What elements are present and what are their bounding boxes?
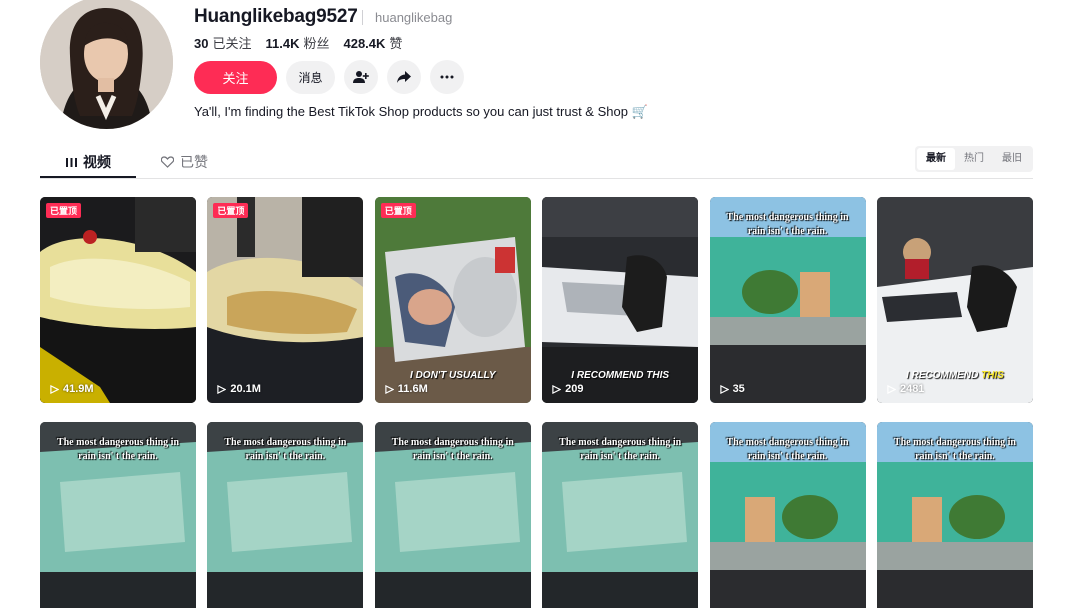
share-button[interactable] <box>387 60 421 94</box>
view-count-value: 35 <box>732 383 745 395</box>
view-count: 209 <box>552 383 584 395</box>
add-user-icon <box>353 71 369 83</box>
video-card[interactable]: The most dangerous thing in rain isn' t … <box>40 422 196 608</box>
profile-handle: huanglikebag <box>362 10 452 25</box>
pinned-badge: 已置顶 <box>213 203 249 218</box>
video-grid: 已置顶 41.9M 已置顶 20.1M 已置顶 I DON'T USUALLY … <box>40 197 1033 608</box>
play-icon <box>217 384 227 394</box>
stat-followers-label: 粉丝 <box>303 36 330 51</box>
pinned-badge: 已置顶 <box>380 203 416 218</box>
video-card[interactable]: I RECOMMEND THIS 209 <box>542 197 699 403</box>
video-caption: The most dangerous thing in rain isn' t … <box>224 437 347 462</box>
view-count-value: 41.9M <box>63 383 94 395</box>
stat-following-count: 30 <box>194 36 209 51</box>
video-card[interactable]: I RECOMMEND THIS 2481 <box>876 197 1033 403</box>
overlay-text-part: I RECOMMEND <box>906 370 982 381</box>
play-icon <box>719 384 729 394</box>
video-overlay-text: I DON'T USUALLY <box>410 370 496 381</box>
sort-toggle: 最新 热门 最旧 <box>915 146 1033 172</box>
view-count: 11.6M <box>385 383 428 395</box>
video-card[interactable]: The most dangerous thing in rain isn' t … <box>542 422 699 608</box>
video-caption: The most dangerous thing in rain isn' t … <box>726 437 849 462</box>
view-count-value: 20.1M <box>230 383 261 395</box>
overlay-highlight: THIS <box>981 370 1004 381</box>
play-icon <box>887 384 896 394</box>
sort-latest[interactable]: 最新 <box>917 148 955 170</box>
profile-bio: Ya'll, I'm finding the Best TikTok Shop … <box>194 104 648 119</box>
follow-button[interactable]: 关注 <box>194 60 277 94</box>
video-caption: The most dangerous thing in rain isn' t … <box>559 437 682 462</box>
stat-following[interactable]: 30 已关注 <box>194 33 251 52</box>
sort-oldest[interactable]: 最旧 <box>993 148 1031 170</box>
view-count: 35 <box>719 383 745 395</box>
play-icon <box>552 384 562 394</box>
video-card[interactable]: The most dangerous thing in rain isn' t … <box>876 422 1033 608</box>
view-count: 20.1M <box>217 383 261 395</box>
profile-avatar[interactable] <box>40 0 173 129</box>
stat-following-label: 已关注 <box>212 36 252 51</box>
view-count-value: 2481 <box>899 383 925 395</box>
video-caption: The most dangerous thing in rain isn' t … <box>391 437 514 462</box>
video-card[interactable]: 已置顶 20.1M <box>207 197 364 403</box>
view-count-value: 11.6M <box>397 383 428 395</box>
heart-lock-icon <box>161 156 174 168</box>
video-caption: The most dangerous thing in rain isn' t … <box>726 212 849 237</box>
video-overlay-text: I RECOMMEND THIS <box>571 370 670 381</box>
active-tab-indicator <box>40 176 136 178</box>
stat-followers[interactable]: 11.4K 粉丝 <box>265 33 329 52</box>
more-options-button[interactable] <box>430 60 464 94</box>
add-friend-button[interactable] <box>344 60 378 94</box>
view-count-value: 209 <box>565 383 584 395</box>
message-button[interactable]: 消息 <box>286 60 335 94</box>
profile-username: Huanglikebag9527 <box>194 6 358 27</box>
profile-stats: 30 已关注 11.4K 粉丝 428.4K 赞 <box>194 33 402 52</box>
stat-likes-count: 428.4K <box>343 36 386 51</box>
play-icon <box>50 384 59 394</box>
tab-liked[interactable]: 已赞 <box>161 152 208 172</box>
video-card[interactable]: The most dangerous thing in rain isn' t … <box>374 422 531 608</box>
sort-popular[interactable]: 热门 <box>955 148 993 170</box>
video-caption: The most dangerous thing in rain isn' t … <box>56 437 180 462</box>
video-caption: The most dangerous thing in rain isn' t … <box>893 437 1016 462</box>
profile-tabs: 视频 已赞 最新 热门 最旧 <box>40 146 1033 179</box>
share-icon <box>397 71 411 83</box>
grid-icon <box>66 157 77 167</box>
more-icon <box>440 75 454 79</box>
video-card[interactable]: 已置顶 I DON'T USUALLY 11.6M <box>374 197 531 403</box>
stat-likes-label: 赞 <box>389 36 403 51</box>
profile-actions: 关注 消息 <box>194 60 464 94</box>
video-card[interactable]: The most dangerous thing in rain isn' t … <box>709 197 866 403</box>
view-count: 41.9M <box>50 383 94 395</box>
tab-videos-label: 视频 <box>83 154 111 170</box>
video-card[interactable]: The most dangerous thing in rain isn' t … <box>709 422 866 608</box>
video-card[interactable]: The most dangerous thing in rain isn' t … <box>207 422 364 608</box>
video-overlay-text: I RECOMMEND THIS <box>877 370 1033 381</box>
pinned-badge: 已置顶 <box>46 203 82 218</box>
stat-likes: 428.4K 赞 <box>343 33 402 52</box>
stat-followers-count: 11.4K <box>265 36 300 51</box>
view-count: 2481 <box>887 383 924 395</box>
tab-liked-label: 已赞 <box>180 154 208 170</box>
play-icon <box>385 384 394 394</box>
video-card[interactable]: 已置顶 41.9M <box>40 197 196 403</box>
tab-videos[interactable]: 视频 <box>66 152 111 172</box>
